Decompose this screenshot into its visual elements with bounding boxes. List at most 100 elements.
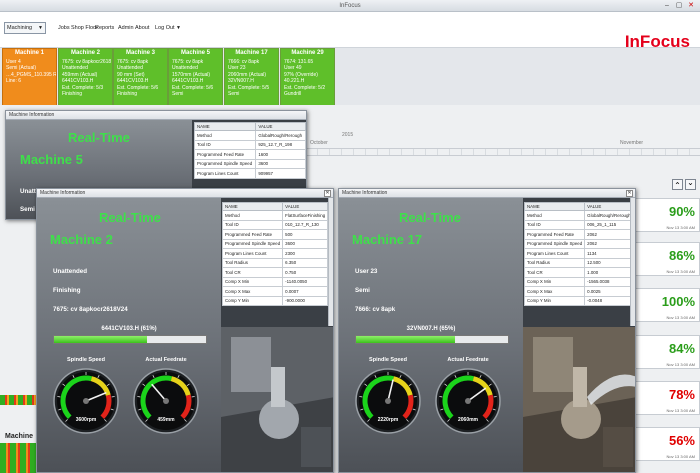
machine-tile-line: Finishing — [117, 91, 138, 98]
close-icon[interactable]: ✕ — [324, 190, 331, 197]
param-value: 6.350 — [282, 257, 329, 268]
param-value: 500 — [282, 229, 329, 240]
range-end-label: Nov 13 3:00 AM — [666, 315, 695, 320]
machine-name: Machine 17 — [352, 232, 423, 247]
table-header[interactable]: NAME — [221, 202, 284, 211]
realtime-heading: Real-Time — [68, 130, 130, 145]
param-name: Tool Radius — [523, 257, 586, 268]
job-progress-fill — [356, 336, 455, 343]
operation-partial: Semi — [20, 206, 35, 213]
maximize-icon[interactable]: ▢ — [674, 1, 684, 10]
param-name: Tool Radius — [221, 257, 284, 268]
window-title: Machine Information — [37, 189, 333, 198]
param-value: 2300 — [282, 248, 329, 259]
param-name: Tool ID — [523, 219, 586, 230]
minimize-icon[interactable]: – — [662, 1, 672, 10]
param-name: Programmed Feed Rate — [193, 149, 257, 160]
param-value: 3600 — [255, 158, 306, 169]
param-value: -900.0000 — [282, 295, 329, 306]
param-name: Tool CR — [523, 267, 586, 278]
machine-17-info-window: Machine Information ✕ Real-Time Machine … — [338, 188, 636, 473]
table-row: Programmed Feed Rate 2062 — [523, 229, 634, 240]
menu-shop-floor[interactable]: Shop Floor — [71, 25, 98, 31]
machine-tile-name: Machine 5 — [180, 50, 210, 56]
param-name: Programmed Spindle Speed — [523, 238, 586, 249]
machine-tile[interactable]: Machine 2 7675: cv 8apkocr2618 Unattended 4… — [58, 48, 113, 106]
table-scrollbar[interactable] — [630, 198, 635, 326]
table-row: Tool ID 010_12.7_R_130 — [221, 219, 329, 230]
table-row: Tool Radius 12.500 — [523, 257, 634, 268]
menu-jobs[interactable]: Jobs — [58, 25, 70, 31]
param-value: 12.500 — [584, 257, 634, 268]
param-name: Tool CR — [221, 267, 284, 278]
param-name: Comp X Max — [523, 286, 586, 297]
machine-tile-line: Finishing — [62, 91, 83, 98]
status-partial: Unatt — [20, 188, 36, 195]
machine-tile-name: Machine 3 — [125, 50, 155, 56]
machine-info-table: NAME VALUE Method FlatSurfaceFinishing Tool … — [221, 202, 329, 306]
param-name: Comp X Min — [221, 276, 284, 287]
feedrate-label: Actual Feedrate — [145, 357, 187, 363]
menu-about[interactable]: About — [135, 25, 149, 31]
close-icon[interactable]: ✕ — [686, 1, 696, 10]
gauge-hub — [83, 398, 89, 404]
param-name: Method — [523, 210, 586, 221]
window-title: InFocus — [339, 3, 361, 9]
machine-tile[interactable]: Machine 17 7666: cv 8apk User 23 2060mm (Ac… — [224, 48, 279, 106]
progress-label: 32VN007.H (65%) — [406, 326, 456, 332]
param-value: -1140.0050 — [282, 276, 329, 287]
table-header[interactable]: NAME — [193, 122, 257, 131]
param-value: 909957 — [255, 168, 306, 179]
param-value: FlatSurfaceFinishing — [282, 210, 329, 221]
menu-reports[interactable]: Reports — [95, 25, 114, 31]
efficiency-percent: 90% — [668, 204, 695, 219]
table-header[interactable]: VALUE — [282, 202, 329, 211]
table-header[interactable]: NAME — [523, 202, 586, 211]
table-header[interactable]: VALUE — [584, 202, 634, 211]
progress-label: 6441CV103.H (61%) — [101, 326, 157, 332]
machine-tile[interactable]: Machine 1 User 4 Semi (Actual) …4_PGMS_110.… — [2, 48, 57, 106]
machine-tile[interactable]: Machine 5 7675: cv 8apk Unattended 1570mm (… — [168, 48, 223, 106]
spindle-speed-value: 2220rpm — [377, 417, 399, 423]
table-row: Programmed Spindle Speed 2062 — [523, 238, 634, 249]
department-select-value: Machining — [7, 25, 33, 31]
realtime-panel: Real-Time Machine 17 User 23 Semi 7666: … — [339, 198, 523, 472]
table-scrollbar[interactable] — [328, 198, 333, 326]
feedrate-value: 459mm — [157, 417, 175, 423]
machine-tile[interactable]: Machine 3 7675: cv 8apk Unattended 90 mm (S… — [113, 48, 168, 106]
feedrate-value: 2060mm — [457, 417, 478, 423]
param-value: 0.0007 — [282, 286, 329, 297]
spindle-speed-label: Spindle Speed — [67, 357, 105, 363]
job-progress-bar — [355, 335, 509, 344]
table-row: Comp X Max 0.0025 — [523, 286, 634, 297]
gauge-hub — [385, 398, 391, 404]
range-end-label: Nov 13 3:00 AM — [666, 225, 695, 230]
param-name: Comp X Min — [523, 276, 586, 287]
scroll-down-button[interactable]: ⌄ — [685, 179, 696, 190]
table-row: Program Lines Count 1134 — [523, 248, 634, 259]
photo-spindle — [533, 337, 573, 392]
department-select[interactable]: Machining ▼ — [4, 22, 46, 34]
param-name: Program Lines Count — [193, 168, 257, 179]
machine-name: Machine 5 — [20, 152, 83, 167]
param-value: 0.0025 — [584, 286, 634, 297]
log-out-chevron-icon: ▼ — [176, 25, 181, 31]
menu-log-out[interactable]: Log Out — [155, 25, 175, 31]
scroll-up-button[interactable]: ⌃ — [672, 179, 683, 190]
param-name: Comp X Max — [221, 286, 284, 297]
param-name: Programmed Feed Rate — [221, 229, 284, 240]
efficiency-percent: 56% — [668, 433, 695, 448]
timeline-month-november: November — [620, 140, 644, 146]
table-header[interactable]: VALUE — [255, 122, 306, 131]
spindle-speed-label: Spindle Speed — [369, 357, 407, 363]
machine-2-info-window: Machine Information ✕ Real-Time Machine … — [36, 188, 334, 473]
close-icon[interactable]: ✕ — [626, 190, 633, 197]
param-value: GlobalRough/Rerough — [255, 130, 306, 141]
menu-admin[interactable]: Admin — [118, 25, 134, 31]
machine-info-table: NAME VALUE Method GlobalRough/Rerough Tool I… — [523, 202, 634, 306]
table-row: Tool Radius 6.350 — [221, 257, 329, 268]
param-name: Program Lines Count — [523, 248, 586, 259]
machine-tile[interactable]: Machine 29 7674: 131.65 User 49 97% (Overri… — [280, 48, 335, 106]
table-row: Tool ID 925_12.7_R_198 — [193, 139, 306, 150]
photo-tool — [573, 367, 587, 407]
